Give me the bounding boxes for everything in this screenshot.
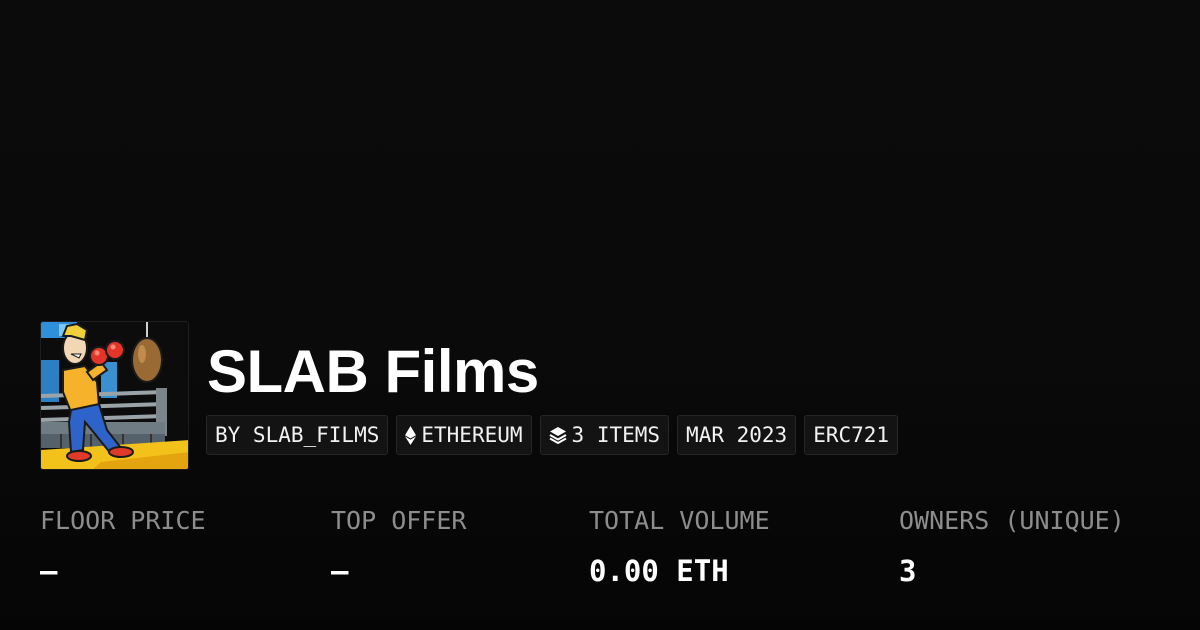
creator-label: BY SLAB_FILMS — [215, 423, 380, 447]
layers-icon — [549, 426, 567, 444]
standard-label: ERC721 — [813, 423, 890, 447]
standard-chip: ERC721 — [804, 415, 899, 455]
floor-price-stat: FLOOR PRICE – — [40, 503, 206, 589]
top-offer-stat: TOP OFFER – — [331, 503, 466, 589]
chain-chip: ETHEREUM — [396, 415, 532, 455]
ethereum-icon — [405, 425, 417, 445]
owners-stat: OWNERS (UNIQUE) 3 — [899, 503, 1125, 589]
date-chip: MAR 2023 — [677, 415, 797, 455]
creator-chip[interactable]: BY SLAB_FILMS — [206, 415, 389, 455]
date-label: MAR 2023 — [686, 423, 788, 447]
owners-label: OWNERS (UNIQUE) — [899, 506, 1125, 535]
owners-value: 3 — [899, 554, 917, 588]
collection-title: SLAB Films — [207, 338, 539, 405]
total-volume-stat: TOTAL VOLUME 0.00 ETH — [589, 503, 770, 589]
floor-price-value: – — [40, 554, 58, 588]
top-offer-label: TOP OFFER — [331, 506, 467, 535]
items-label: 3 ITEMS — [571, 423, 661, 447]
collection-avatar — [40, 321, 189, 470]
collection-meta-chips: BY SLAB_FILMS ETHEREUM 3 ITEMS MAR 2023 … — [206, 415, 899, 455]
floor-price-label: FLOOR PRICE — [40, 506, 206, 535]
total-volume-label: TOTAL VOLUME — [589, 506, 770, 535]
boxer-illustration — [41, 322, 188, 469]
top-offer-value: – — [331, 554, 349, 588]
total-volume-value: 0.00 ETH — [589, 554, 729, 588]
items-chip: 3 ITEMS — [539, 415, 670, 455]
chain-label: ETHEREUM — [421, 423, 523, 447]
